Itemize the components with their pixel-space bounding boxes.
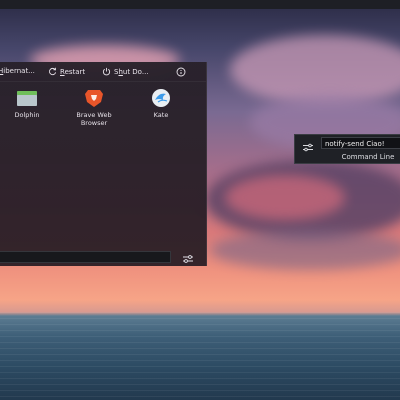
kate-icon [150, 88, 172, 108]
krunner-window: notify-send Ciao! Command Line [294, 134, 400, 164]
power-actions-row: Hibernat... Restart Shut Do... [0, 62, 206, 80]
more-options-button[interactable] [176, 67, 186, 77]
restart-button[interactable]: Restart [48, 67, 85, 76]
wallpaper-sea [0, 312, 400, 400]
hibernate-button[interactable]: Hibernat... [0, 67, 35, 75]
shutdown-button[interactable]: Shut Do... [102, 67, 149, 76]
hibernate-label: Hibernat... [0, 67, 35, 75]
app-kate[interactable]: Kate [131, 88, 191, 119]
app-label: Dolphin [14, 111, 40, 119]
search-input[interactable] [0, 251, 171, 263]
shutdown-label: Shut Do... [114, 67, 149, 76]
wallpaper-cloud [225, 175, 345, 220]
configure-icon [183, 255, 193, 263]
divider [0, 81, 206, 82]
dolphin-icon [16, 88, 38, 108]
wallpaper-cloud [210, 230, 400, 270]
restart-label: Restart [60, 67, 86, 76]
krunner-search-input[interactable]: notify-send Ciao! [321, 137, 400, 149]
brave-icon [83, 88, 105, 108]
krunner-result-item[interactable]: Command Line [295, 151, 400, 163]
top-panel [0, 0, 400, 9]
app-label: Brave Web Browser [76, 111, 112, 127]
app-dolphin[interactable]: Dolphin [0, 88, 57, 119]
power-icon [102, 67, 111, 76]
krunner-configure-button[interactable] [301, 138, 315, 152]
application-launcher: Hibernat... Restart Shut Do... Dolphin B… [0, 62, 207, 266]
app-label: Kate [153, 111, 169, 119]
app-brave[interactable]: Brave Web Browser [64, 88, 124, 127]
restart-icon [49, 67, 57, 76]
configure-button[interactable] [180, 250, 196, 263]
more-options-icon [176, 67, 186, 77]
